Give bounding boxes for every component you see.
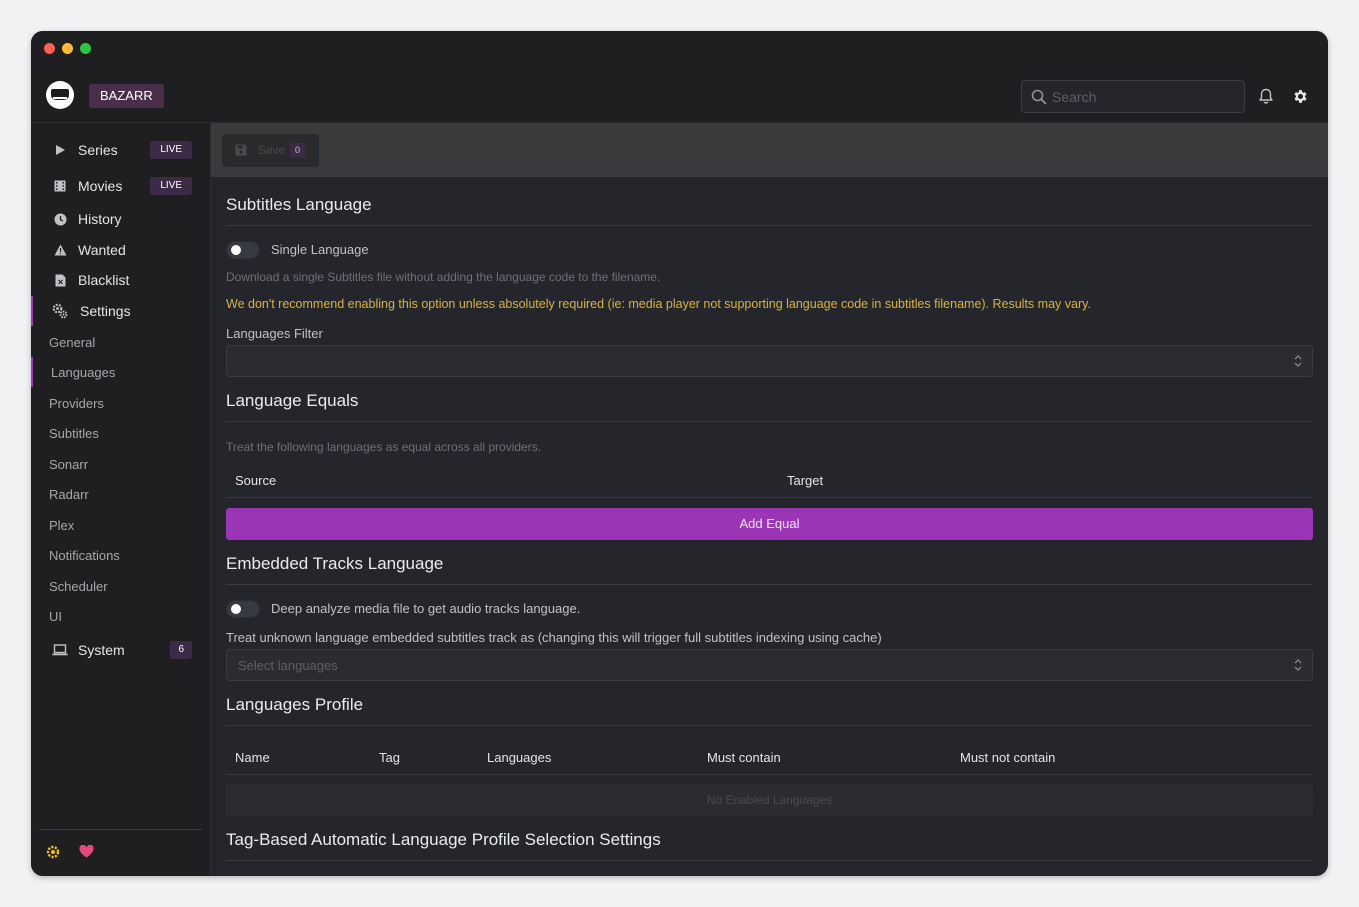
main-panel: Save 0 Subtitles Language Single Languag… — [211, 123, 1328, 876]
column-header-must-contain: Must contain — [707, 750, 781, 765]
sidebar-item-label: Movies — [78, 178, 123, 194]
add-equal-button[interactable]: Add Equal — [226, 508, 1313, 540]
column-header-name: Name — [235, 750, 270, 765]
save-button[interactable]: Save 0 — [222, 134, 319, 167]
unknown-language-select[interactable]: Select languages — [226, 649, 1313, 681]
cogs-icon — [52, 303, 68, 319]
settings-sub-label: Notifications — [49, 547, 120, 563]
deep-analyze-label: Deep analyze media file to get audio tra… — [271, 601, 581, 616]
file-x-icon — [52, 272, 68, 288]
bazarr-logo-icon[interactable] — [46, 81, 74, 109]
settings-sub-label: General — [49, 334, 96, 350]
sun-gear-icon[interactable] — [45, 844, 61, 860]
language-equals-description: Treat the following languages as equal a… — [226, 440, 542, 454]
sidebar: Series LIVE Movies LIVE History Wanted B… — [31, 123, 211, 876]
languages-filter-label: Languages Filter — [226, 326, 323, 341]
search-box[interactable] — [1021, 80, 1245, 113]
live-badge: LIVE — [150, 177, 192, 195]
toolbar: Save 0 — [211, 123, 1328, 177]
empty-profiles-row: No Enabled Languages — [226, 784, 1313, 816]
settings-sub-radarr[interactable]: Radarr — [31, 479, 211, 509]
column-header-must-not-contain: Must not contain — [960, 750, 1056, 765]
sidebar-item-wanted[interactable]: Wanted — [31, 235, 211, 265]
single-language-warning: We don't recommend enabling this option … — [226, 297, 1091, 311]
section-title-embedded-tracks: Embedded Tracks Language — [226, 554, 1313, 585]
title-bar — [31, 31, 1328, 66]
settings-sub-label: Scheduler — [49, 578, 108, 594]
search-icon — [1031, 89, 1047, 105]
warning-icon — [52, 242, 68, 258]
section-title-language-equals: Language Equals — [226, 391, 1313, 422]
sidebar-item-system[interactable]: System 6 — [31, 635, 211, 665]
settings-sub-general[interactable]: General — [31, 327, 211, 357]
settings-sub-label: Subtitles — [49, 425, 99, 441]
deep-analyze-toggle[interactable] — [226, 600, 260, 618]
updown-chevron-icon — [1294, 355, 1302, 367]
single-language-description: Download a single Subtitles file without… — [226, 270, 661, 284]
clock-icon — [52, 211, 68, 227]
languages-filter-select[interactable] — [226, 345, 1313, 377]
sidebar-item-label: Wanted — [78, 242, 126, 258]
app-window: BAZARR Series LIVE Movies LIVE History W… — [31, 31, 1328, 876]
settings-sub-languages[interactable]: Languages — [31, 357, 211, 387]
sidebar-item-history[interactable]: History — [31, 204, 211, 234]
updown-chevron-icon — [1294, 659, 1302, 671]
sidebar-item-label: History — [78, 211, 122, 227]
live-badge: LIVE — [150, 141, 192, 159]
sidebar-item-settings[interactable]: Settings — [31, 296, 211, 326]
settings-sub-sonarr[interactable]: Sonarr — [31, 449, 211, 479]
bell-icon[interactable] — [1258, 88, 1274, 105]
settings-sub-label: UI — [49, 608, 62, 624]
sidebar-item-label: Blacklist — [78, 272, 130, 288]
sidebar-item-movies[interactable]: Movies LIVE — [31, 171, 211, 201]
laptop-icon — [52, 642, 68, 658]
sidebar-item-label: Settings — [80, 303, 131, 319]
save-count-badge: 0 — [290, 143, 306, 158]
settings-sub-ui[interactable]: UI — [31, 601, 211, 631]
heart-icon[interactable] — [79, 845, 94, 858]
settings-sub-label: Radarr — [49, 486, 89, 502]
table-divider — [226, 774, 1313, 775]
settings-sub-subtitles[interactable]: Subtitles — [31, 418, 211, 448]
sidebar-item-label: Series — [78, 142, 118, 158]
sidebar-item-label: System — [78, 642, 125, 658]
save-label: Save — [258, 143, 286, 157]
section-title-subtitles-language: Subtitles Language — [226, 195, 1313, 226]
settings-sub-label: Providers — [49, 395, 104, 411]
table-divider — [226, 497, 1313, 498]
sidebar-item-blacklist[interactable]: Blacklist — [31, 265, 211, 295]
settings-sub-label: Languages — [51, 364, 116, 380]
close-window-button[interactable] — [44, 43, 55, 54]
play-icon — [52, 142, 68, 158]
maximize-window-button[interactable] — [80, 43, 91, 54]
section-title-tag-based: Tag-Based Automatic Language Profile Sel… — [226, 830, 1313, 861]
column-header-target: Target — [787, 473, 824, 488]
sidebar-footer — [39, 829, 202, 859]
settings-sub-notifications[interactable]: Notifications — [31, 540, 211, 570]
unknown-language-label: Treat unknown language embedded subtitle… — [226, 630, 882, 645]
system-count-badge: 6 — [170, 641, 192, 659]
gear-icon[interactable] — [1292, 88, 1309, 105]
column-header-tag: Tag — [379, 750, 400, 765]
settings-sub-scheduler[interactable]: Scheduler — [31, 571, 211, 601]
film-icon — [52, 178, 68, 194]
section-title-languages-profile: Languages Profile — [226, 695, 1313, 726]
floppy-icon — [235, 144, 247, 156]
select-placeholder: Select languages — [238, 658, 338, 673]
settings-sub-label: Plex — [49, 517, 75, 533]
top-header: BAZARR — [31, 66, 1328, 123]
single-language-toggle[interactable] — [226, 241, 260, 259]
settings-sub-label: Sonarr — [49, 456, 89, 472]
sidebar-item-series[interactable]: Series LIVE — [31, 135, 211, 165]
settings-sub-providers[interactable]: Providers — [31, 388, 211, 418]
column-header-languages: Languages — [487, 750, 552, 765]
minimize-window-button[interactable] — [62, 43, 73, 54]
search-input[interactable] — [1052, 81, 1237, 112]
single-language-label: Single Language — [271, 242, 369, 257]
settings-sub-plex[interactable]: Plex — [31, 510, 211, 540]
column-header-source: Source — [235, 473, 277, 488]
brand-badge: BAZARR — [89, 84, 164, 108]
